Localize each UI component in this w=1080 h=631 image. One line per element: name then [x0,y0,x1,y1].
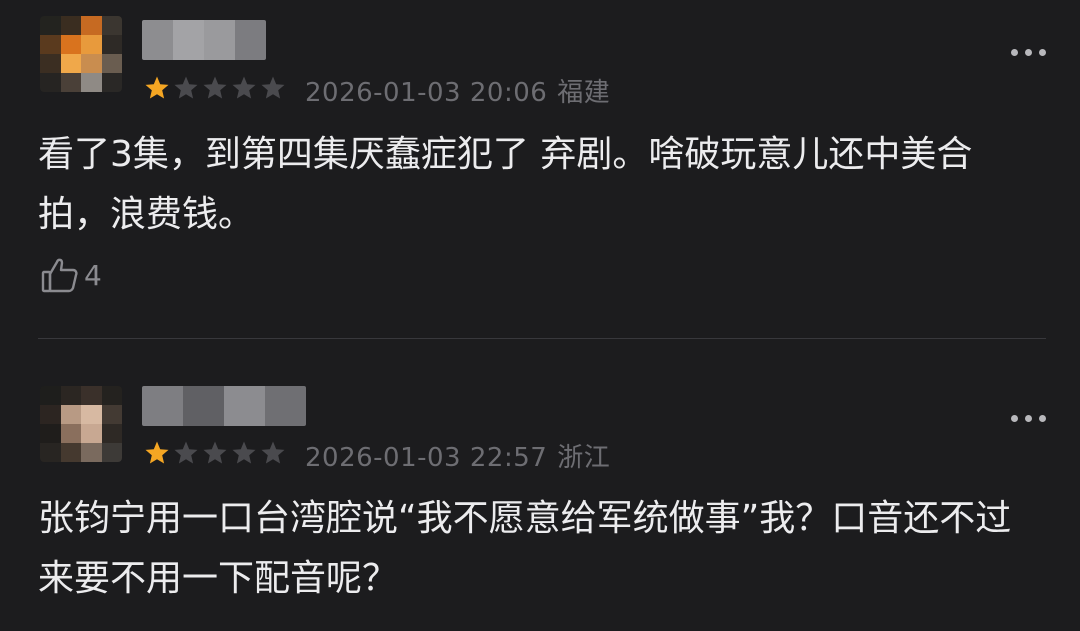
username-blurred[interactable] [142,20,266,60]
star-icon [203,441,227,464]
comment-list: 2026-01-03 20:06 福建 看了3集，到第四集厌蠢症犯了 弃剧。啥破玩… [0,0,1080,631]
comment-date: 2026-01-03 20:06 [305,78,548,108]
comment-text: 看了3集，到第四集厌蠢症犯了 弃剧。啥破玩意儿还中美合拍，浪费钱。 [38,134,973,235]
comment-item: 2026-01-03 22:57 浙江 张钧宁用一口台湾腔说“我不愿意给军统做事”… [0,366,1080,631]
comment-meta: 2026-01-03 22:57 浙江 [305,437,610,474]
comment-item: 2026-01-03 20:06 福建 看了3集，到第四集厌蠢症犯了 弃剧。啥破玩… [0,0,1080,330]
star-icon [145,76,169,99]
avatar[interactable] [40,386,122,462]
star-icon [261,441,285,464]
comment-meta: 2026-01-03 20:06 福建 [305,72,610,109]
comment-location: 福建 [557,78,611,108]
more-dot [1039,415,1046,422]
star-icon [203,76,227,99]
comment-text: 张钧宁用一口台湾腔说“我不愿意给军统做事”我？口音还不过来要不用一下配音呢？ [38,498,1012,599]
star-icon [174,76,198,99]
more-button[interactable] [1011,415,1046,422]
star-icon [145,441,169,464]
like-count: 4 [84,258,102,292]
star-icon [232,76,256,99]
star-icon [174,441,198,464]
divider [38,338,1046,339]
more-dots-icon [1011,49,1018,56]
star-rating [144,75,286,101]
comment-location: 浙江 [557,443,611,473]
more-dot [1025,415,1032,422]
more-button[interactable] [1011,49,1046,56]
more-dot [1025,49,1032,56]
username-blurred[interactable] [142,386,306,426]
avatar[interactable] [40,16,122,92]
star-icon [232,441,256,464]
star-rating [144,440,286,466]
thumbs-up-icon [41,258,78,293]
like-button[interactable]: 4 [40,255,102,295]
star-icon [261,76,285,99]
more-dots-icon [1011,415,1018,422]
more-dot [1039,49,1046,56]
comment-date: 2026-01-03 22:57 [305,443,548,473]
